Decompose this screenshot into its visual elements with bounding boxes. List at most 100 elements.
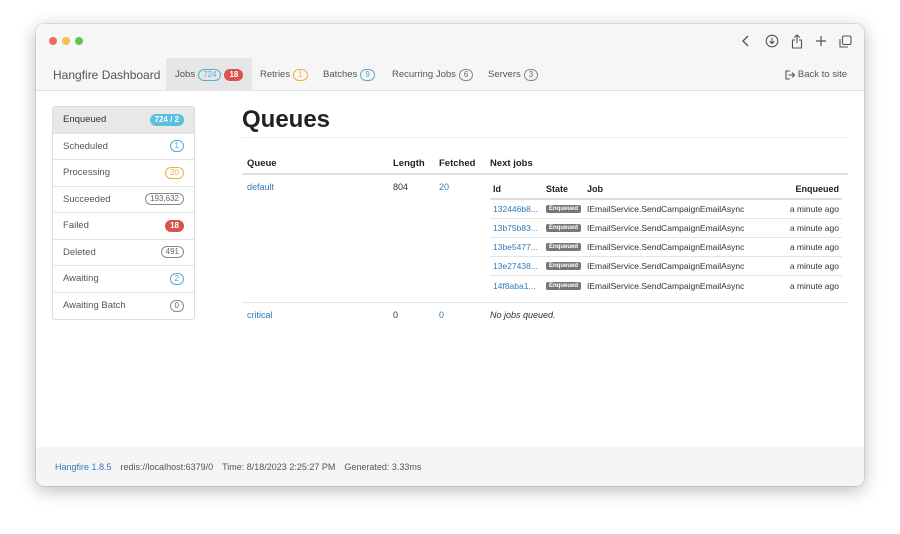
queue-fetched-link[interactable]: 20	[439, 182, 449, 192]
recurring-jobs-count-badge: 6	[458, 68, 474, 81]
job-method: IEmailService.SendCampaignEmailAsync	[587, 261, 745, 271]
job-state-sidebar: Enqueued 724 / 2 Scheduled 1 Processing …	[52, 106, 195, 320]
awaiting-count-badge: 2	[169, 272, 184, 285]
sidebar-item-label: Processing	[63, 167, 110, 179]
column-header-queue: Queue	[247, 158, 277, 169]
job-method: IEmailService.SendCampaignEmailAsync	[587, 204, 745, 214]
job-id-link[interactable]: 13be5477...	[493, 242, 538, 252]
job-enqueued-time: a minute ago	[789, 223, 839, 233]
next-jobs-table: Id State Job Enqueued 132446b8... Enqueu…	[490, 180, 842, 295]
nav-recurring-jobs[interactable]: Recurring Jobs 6	[383, 58, 482, 91]
state-label: Enqueued	[546, 281, 582, 290]
nav-batches-label: Batches	[323, 69, 358, 80]
sidebar-item-failed[interactable]: Failed 18	[53, 213, 194, 240]
column-header-job: Job	[587, 184, 604, 194]
retries-count-badge: 1	[293, 68, 308, 81]
back-to-site-link[interactable]: Back to site	[785, 58, 847, 91]
nav-batches[interactable]: Batches 9	[314, 58, 384, 91]
column-header-length: Length	[393, 158, 425, 169]
browser-window: Hangfire Dashboard Jobs 724 18 Retries 1…	[36, 24, 864, 486]
minimize-window-button[interactable]	[62, 37, 70, 45]
deleted-count-badge: 491	[160, 246, 184, 259]
table-row: default 804 20 Id State Job Enqueued 132…	[242, 175, 848, 303]
queues-table-header: Queue Length Fetched Next jobs	[242, 150, 848, 175]
job-enqueued-time: a minute ago	[789, 280, 839, 291]
sidebar-item-scheduled[interactable]: Scheduled 1	[53, 134, 194, 160]
job-id-link[interactable]: 13e27438...	[493, 261, 538, 271]
scheduled-count-badge: 1	[169, 140, 184, 153]
footer: Hangfire 1.8.5 redis://localhost:6379/0 …	[36, 447, 864, 486]
job-id-link[interactable]: 132446b8...	[493, 204, 538, 214]
job-id-link[interactable]: 14f8aba1...	[493, 281, 536, 291]
queues-table: Queue Length Fetched Next jobs default 8…	[242, 150, 848, 327]
brand-title[interactable]: Hangfire Dashboard	[53, 68, 160, 82]
column-header-enqueued: Enqueued	[795, 184, 839, 194]
table-row: 14f8aba1... Enqueued IEmailService.SendC…	[490, 276, 842, 295]
sidebar-item-label: Failed	[63, 220, 89, 232]
sidebar-item-enqueued[interactable]: Enqueued 724 / 2	[53, 107, 194, 134]
chevron-left-icon[interactable]	[738, 32, 754, 50]
job-enqueued-time: a minute ago	[789, 242, 839, 252]
plus-icon[interactable]	[813, 32, 829, 50]
share-icon[interactable]	[789, 32, 805, 50]
sidebar-item-succeeded[interactable]: Succeeded 193,632	[53, 187, 194, 213]
server-time: Time: 8/18/2023 2:25:27 PM	[222, 461, 336, 472]
column-header-next-jobs: Next jobs	[490, 158, 533, 169]
processing-count-badge: 20	[165, 166, 184, 179]
column-header-id: Id	[493, 184, 501, 194]
page-title: Queues	[242, 106, 331, 133]
nav-jobs[interactable]: Jobs 724 18	[166, 58, 253, 91]
job-enqueued-time: a minute ago	[789, 204, 839, 214]
column-header-state: State	[546, 184, 569, 194]
close-window-button[interactable]	[49, 37, 57, 45]
job-method: IEmailService.SendCampaignEmailAsync	[587, 242, 745, 252]
sidebar-item-awaiting[interactable]: Awaiting 2	[53, 266, 194, 293]
sidebar-item-label: Succeeded	[63, 193, 111, 205]
sidebar-item-processing[interactable]: Processing 20	[53, 160, 194, 187]
nav-recurring-jobs-label: Recurring Jobs	[392, 69, 456, 80]
column-header-fetched: Fetched	[439, 158, 476, 169]
tabs-icon[interactable]	[837, 32, 853, 50]
state-label: Enqueued	[546, 243, 582, 251]
next-jobs-header: Id State Job Enqueued	[490, 180, 842, 200]
nav-jobs-label: Jobs	[175, 69, 196, 80]
queue-link-critical[interactable]: critical	[247, 310, 273, 320]
awaiting-batch-count-badge: 0	[169, 299, 184, 312]
jobs-failed-badge: 18	[224, 68, 244, 81]
no-jobs-message: No jobs queued.	[490, 310, 556, 320]
queue-fetched-link[interactable]: 0	[439, 310, 444, 320]
job-enqueued-time: a minute ago	[789, 261, 839, 271]
generation-time: Generated: 3.33ms	[344, 461, 422, 472]
nav-servers[interactable]: Servers 3	[479, 58, 547, 91]
nav-retries-label: Retries	[260, 69, 291, 80]
table-row: critical 0 0 No jobs queued.	[242, 303, 848, 327]
state-label: Enqueued	[546, 224, 582, 232]
queue-link-default[interactable]: default	[247, 182, 274, 192]
state-label: Enqueued	[546, 205, 582, 213]
enqueued-count-badge: 724 / 2	[149, 113, 184, 126]
job-id-link[interactable]: 13b75b83...	[493, 223, 538, 233]
job-method: IEmailService.SendCampaignEmailAsync	[587, 280, 745, 291]
queue-length: 0	[393, 310, 399, 320]
storage-info: redis://localhost:6379/0	[120, 461, 214, 472]
download-icon[interactable]	[764, 32, 780, 50]
nav-retries[interactable]: Retries 1	[251, 58, 317, 91]
title-bar	[36, 24, 864, 58]
table-row: 13be5477... Enqueued IEmailService.SendC…	[490, 238, 842, 257]
version-link[interactable]: Hangfire 1.8.5	[55, 462, 112, 472]
batches-count-badge: 9	[360, 68, 375, 81]
sidebar-item-deleted[interactable]: Deleted 491	[53, 240, 194, 266]
table-row: 132446b8... Enqueued IEmailService.SendC…	[490, 200, 842, 219]
title-divider	[242, 137, 848, 138]
sidebar-item-awaiting-batch[interactable]: Awaiting Batch 0	[53, 293, 194, 320]
zoom-window-button[interactable]	[75, 37, 83, 45]
sidebar-item-label: Awaiting Batch	[63, 300, 126, 312]
sidebar-item-label: Awaiting	[63, 273, 99, 285]
job-method: IEmailService.SendCampaignEmailAsync	[587, 223, 745, 233]
sign-out-icon	[785, 69, 795, 80]
succeeded-count-badge: 193,632	[145, 193, 184, 206]
sidebar-item-label: Scheduled	[63, 140, 108, 152]
table-row: 13e27438... Enqueued IEmailService.SendC…	[490, 257, 842, 276]
sidebar-item-label: Deleted	[63, 246, 96, 258]
top-navbar: Hangfire Dashboard Jobs 724 18 Retries 1…	[36, 58, 864, 91]
